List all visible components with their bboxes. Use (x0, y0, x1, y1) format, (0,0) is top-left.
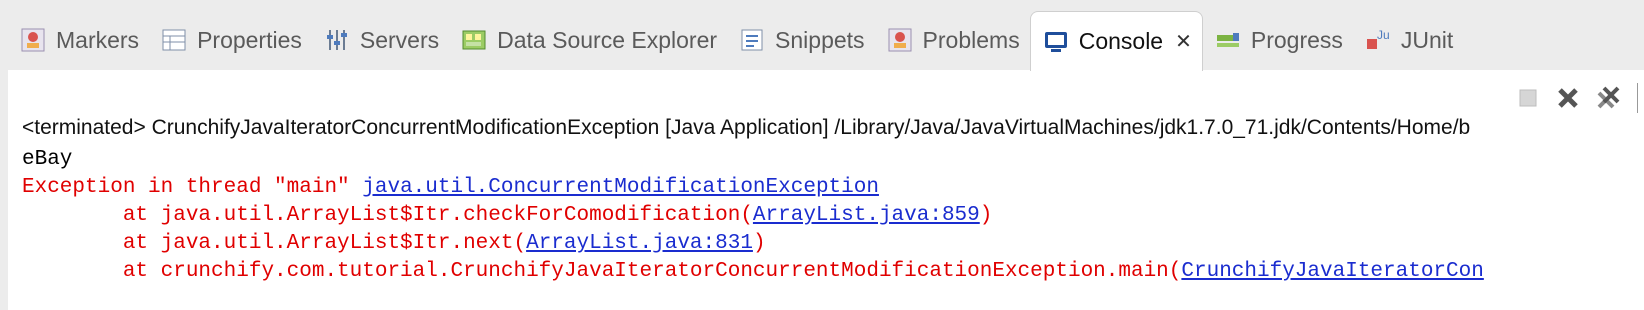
toolbar-separator (1637, 83, 1638, 113)
output-line: eBay (22, 148, 73, 171)
tab-label: Progress (1250, 26, 1343, 53)
console-output[interactable]: eBay Exception in thread "main" java.uti… (22, 146, 1484, 286)
console-toolbar (1515, 80, 1638, 116)
svg-text:Ju: Ju (1377, 28, 1390, 42)
console-icon (1043, 29, 1069, 55)
servers-icon (324, 27, 350, 53)
exception-text: Exception in thread "main" (22, 176, 363, 199)
tab-console[interactable]: Console ✕ (1029, 11, 1203, 71)
stack-frame-suffix: ) (752, 232, 766, 255)
remove-all-terminated-icon[interactable] (1595, 85, 1621, 111)
data-source-icon (461, 27, 487, 53)
progress-icon (1215, 27, 1241, 53)
problems-icon (887, 27, 913, 53)
tab-properties[interactable]: Properties (149, 10, 312, 70)
stack-frame-link[interactable]: CrunchifyJavaIteratorCon (1181, 260, 1483, 283)
terminate-icon[interactable] (1515, 85, 1541, 111)
stack-frame-text: at java.util.ArrayList$Itr.next( (22, 232, 527, 255)
tab-markers[interactable]: Markers (8, 10, 149, 70)
tab-label: Problems (922, 26, 1020, 53)
tab-label: JUnit (1400, 26, 1454, 53)
markers-icon (20, 27, 46, 53)
tab-data-source-explorer[interactable]: Data Source Explorer (449, 10, 727, 70)
tab-junit[interactable]: Ju JUnit (1353, 10, 1463, 70)
stack-frame-suffix: ) (979, 204, 993, 227)
junit-icon: Ju (1365, 27, 1391, 53)
tab-label: Servers (359, 26, 440, 53)
tab-label: Data Source Explorer (497, 26, 718, 53)
tab-label: Markers (56, 26, 140, 53)
tab-progress[interactable]: Progress (1203, 10, 1353, 70)
properties-icon (161, 27, 187, 53)
stack-frame-link[interactable]: ArrayList.java:859 (753, 204, 980, 227)
exception-link[interactable]: java.util.ConcurrentModificationExceptio… (362, 176, 879, 199)
tab-snippets[interactable]: Snippets (727, 10, 875, 70)
tab-label: Properties (197, 26, 302, 53)
stack-frame-text: at java.util.ArrayList$Itr.checkForComod… (22, 204, 753, 227)
view-tab-bar: Markers Properties Servers Data Source E… (8, 10, 1644, 71)
stack-frame-text: at crunchify.com.tutorial.CrunchifyJavaI… (22, 260, 1182, 283)
tab-label: Console (1078, 28, 1164, 54)
remove-launch-icon[interactable] (1555, 85, 1581, 111)
tab-problems[interactable]: Problems (875, 10, 1030, 70)
stack-frame-link[interactable]: ArrayList.java:831 (526, 232, 753, 255)
snippets-icon (739, 27, 765, 53)
tab-servers[interactable]: Servers (312, 10, 449, 70)
close-tab-icon[interactable]: ✕ (1175, 29, 1192, 54)
process-status-line: <terminated> CrunchifyJavaIteratorConcur… (22, 116, 1471, 139)
tab-label: Snippets (775, 26, 865, 53)
